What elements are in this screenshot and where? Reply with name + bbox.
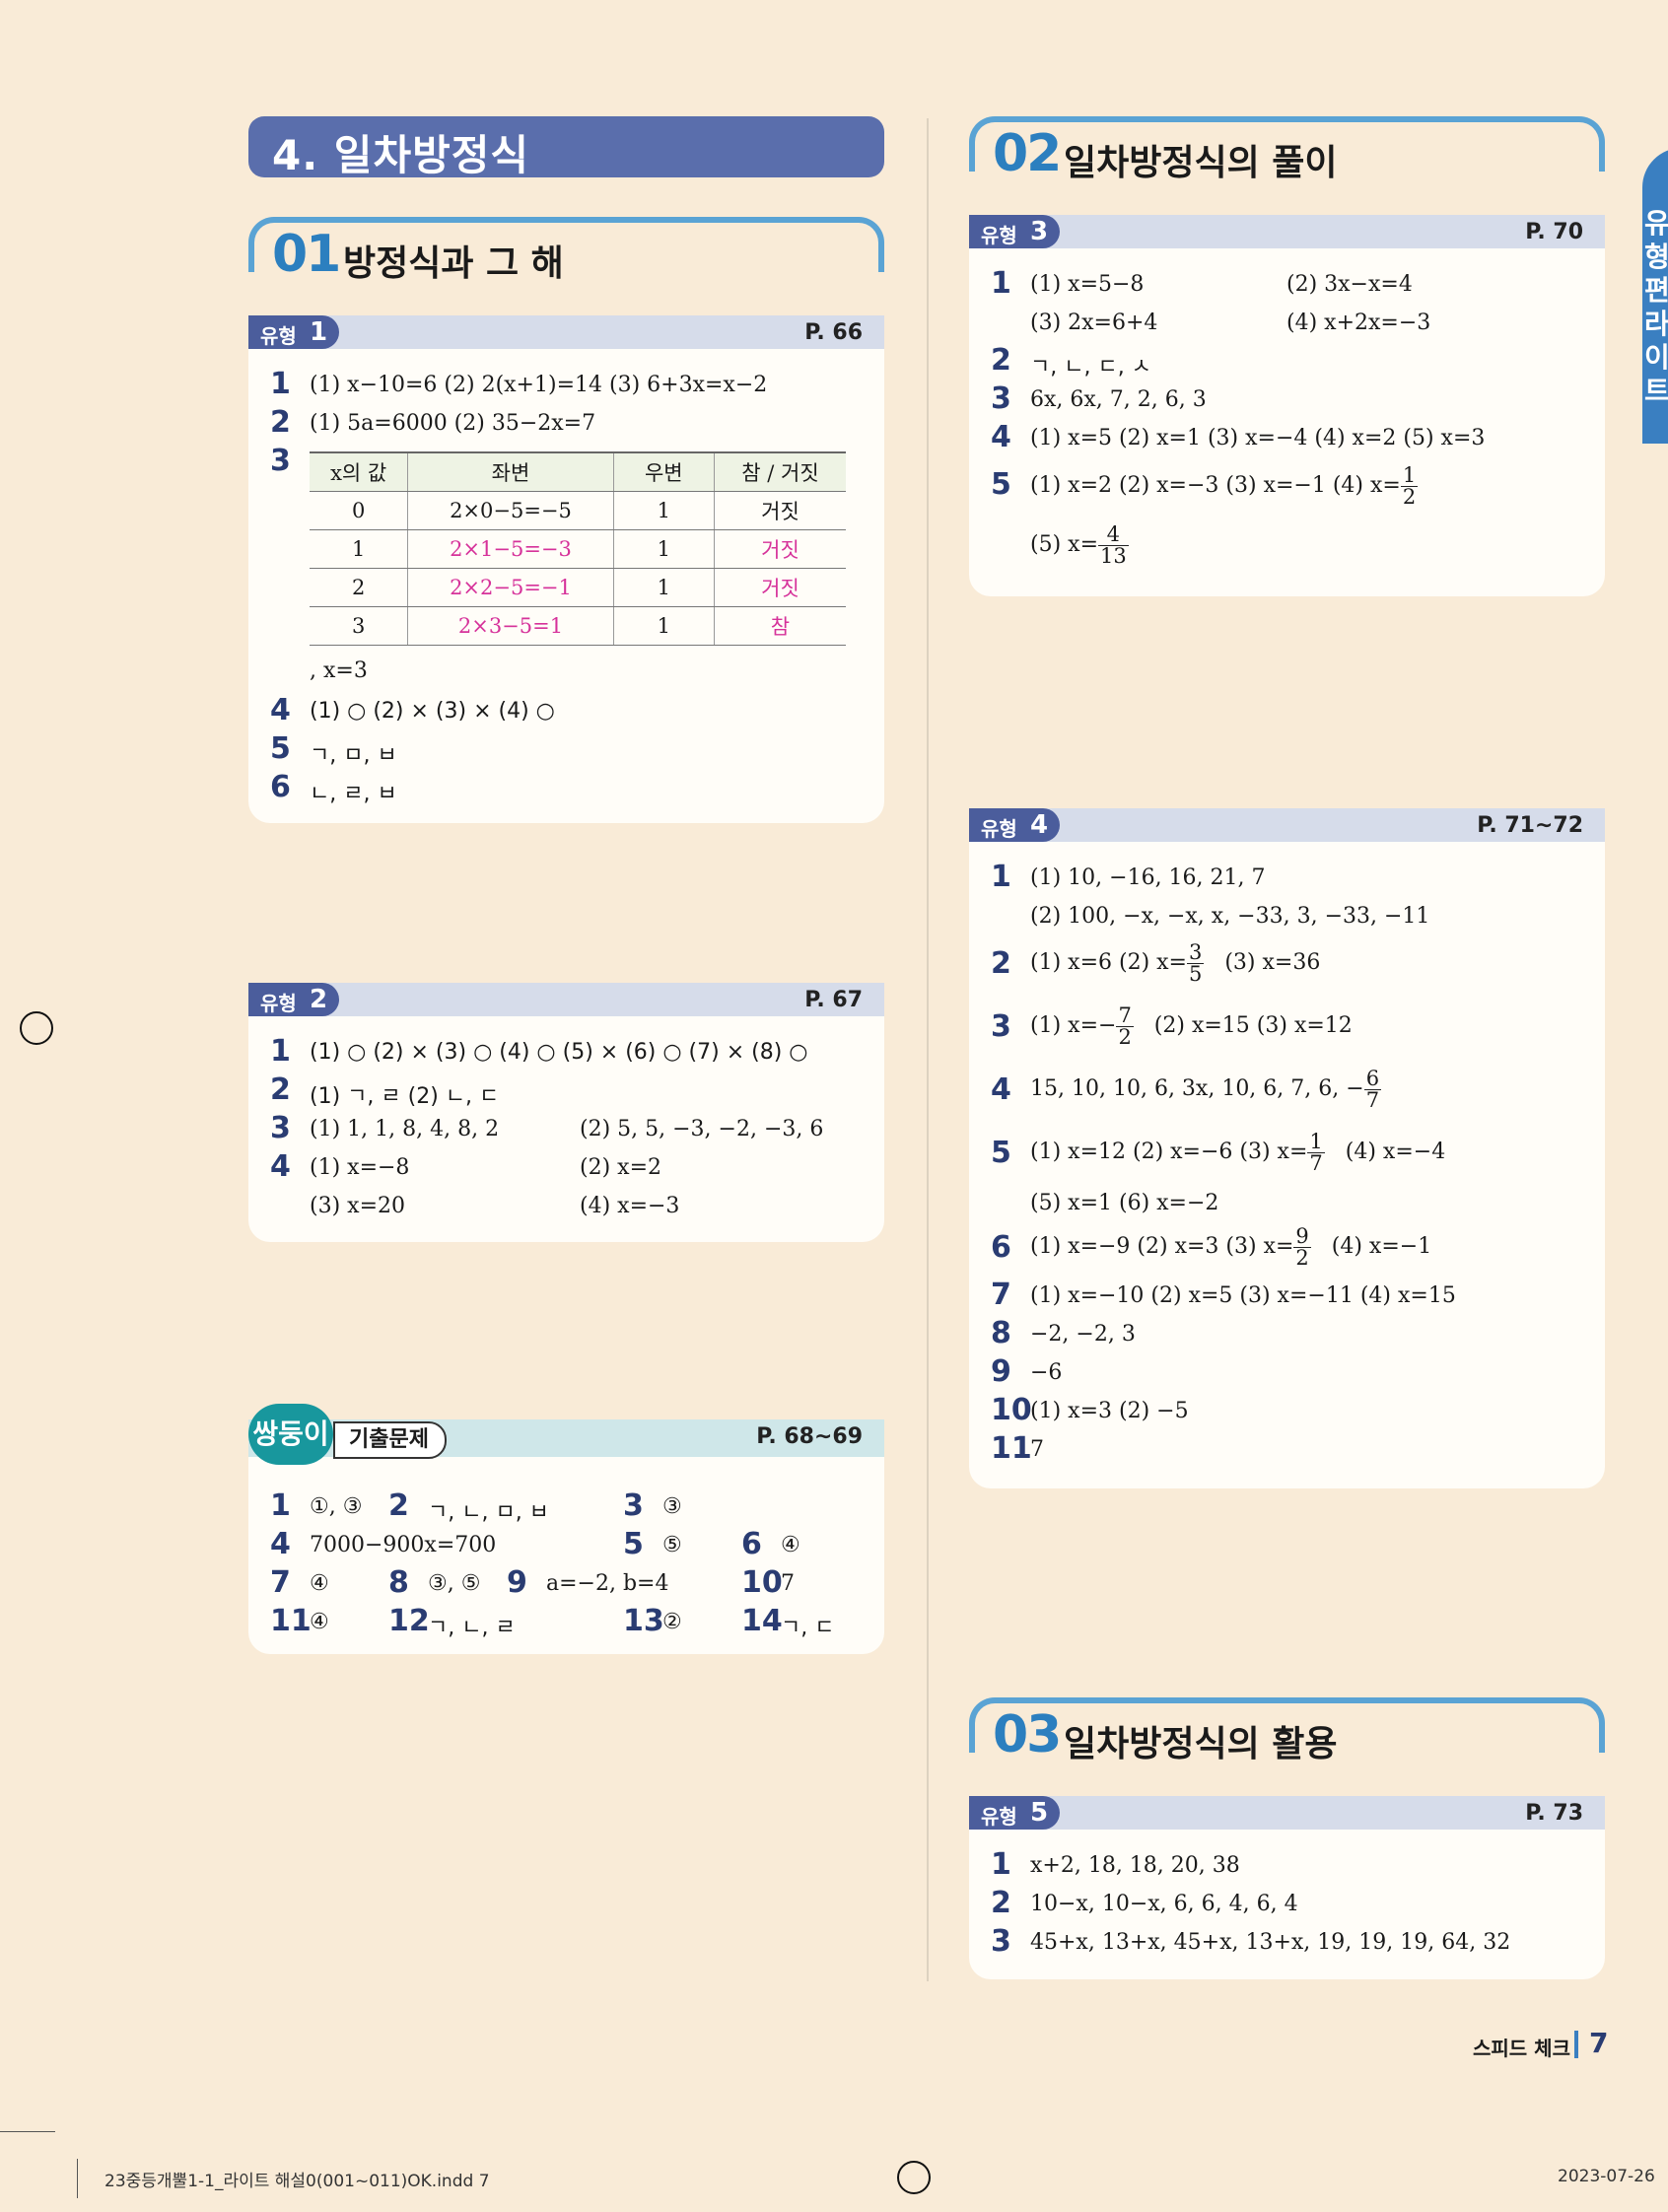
fraction: 72 bbox=[1116, 1002, 1134, 1049]
section-number: 02 bbox=[993, 124, 1062, 183]
page-ref: P. 73 bbox=[1525, 1801, 1583, 1826]
chapter-title: 4. 일차방정식 bbox=[272, 131, 530, 179]
chapter-title-bar: 4. 일차방정식 bbox=[248, 116, 884, 179]
type-2-card: 유형 2 P. 67 1 (1) ○ (2) × (3) ○ (4) ○ (5) … bbox=[248, 983, 884, 1242]
footer-section-label: 스피드 체크 bbox=[1473, 2037, 1570, 2060]
twin-exam-card: P. 68∼69 기출문제 쌍둥이 1 ①, ③ 2 ㄱ, ㄴ, ㅁ, ㅂ 3 … bbox=[248, 1404, 884, 1654]
type-1-card: 유형 1 P. 66 1 (1) x−10=6 (2) 2(x+1)=14 (3)… bbox=[248, 315, 884, 823]
type-tag: 유형 5 bbox=[969, 1796, 1060, 1830]
answer: (1) x−10=6 (2) 2(x+1)=14 (3) 6+3x=x−2 bbox=[310, 373, 768, 397]
page-ref: P. 67 bbox=[804, 988, 863, 1012]
type-tag: 유형 3 bbox=[969, 215, 1060, 248]
page-ref: P. 66 bbox=[804, 320, 863, 345]
twin-label: 기출문제 bbox=[333, 1421, 447, 1459]
type-5-card: 유형 5 P. 73 1 x+2, 18, 18, 20, 38 2 10−x, … bbox=[969, 1796, 1605, 1979]
type-tag: 유형 1 bbox=[248, 315, 339, 349]
type-tag: 유형 2 bbox=[248, 983, 339, 1016]
section-01-header: 01 방정식과 그 해 bbox=[248, 217, 884, 286]
fraction: 17 bbox=[1307, 1129, 1325, 1175]
twin-badge: 쌍둥이 bbox=[248, 1404, 333, 1465]
section-title: 일차방정식의 풀이 bbox=[1064, 143, 1338, 183]
fraction: 35 bbox=[1186, 939, 1205, 986]
type-4-card: 유형 4 P. 71∼72 1 (1) 10, −16, 16, 21, 7 (2… bbox=[969, 808, 1605, 1488]
footer-date: 2023-07-26 bbox=[1558, 2167, 1655, 2186]
section-title: 방정식과 그 해 bbox=[343, 243, 564, 284]
page-ref: P. 70 bbox=[1525, 220, 1583, 244]
fraction: 4 13 bbox=[1098, 521, 1129, 568]
fraction: 12 bbox=[1400, 462, 1419, 509]
registration-mark-left bbox=[20, 1011, 53, 1045]
fraction: 67 bbox=[1363, 1066, 1382, 1112]
footer-filename: 23중등개뿔1-1_라이트 해설0(001~011)OK.indd 7 bbox=[104, 2172, 490, 2191]
registration-mark-bottom bbox=[897, 2161, 931, 2194]
section-number: 03 bbox=[993, 1705, 1062, 1764]
footer-divider bbox=[1574, 2031, 1578, 2058]
type-3-card: 유형 3 P. 70 1 (1) x=5−8 (2) 3x−x=4 (3) 2x=… bbox=[969, 215, 1605, 596]
section-02-header: 02 일차방정식의 풀이 bbox=[969, 116, 1605, 185]
column-divider bbox=[927, 118, 929, 1981]
section-number: 01 bbox=[272, 225, 341, 284]
page-ref: P. 71∼72 bbox=[1477, 813, 1583, 838]
page-ref: P. 68∼69 bbox=[756, 1424, 863, 1449]
answer-table: x의 값 좌변 우변 참 / 거짓 0 2×0−5=−5 1 거짓 1 2×1−5=−3 1 거짓… bbox=[310, 451, 846, 646]
section-03-header: 03 일차방정식의 활용 bbox=[969, 1697, 1605, 1766]
section-title: 일차방정식의 활용 bbox=[1064, 1724, 1338, 1764]
answer: (1) 5a=6000 (2) 35−2x=7 bbox=[310, 411, 596, 436]
fraction: 92 bbox=[1293, 1223, 1311, 1270]
side-tab-label: 유형편 라이트 bbox=[1644, 207, 1668, 407]
type-tag: 유형 4 bbox=[969, 808, 1060, 842]
page-number: 7 bbox=[1589, 2027, 1609, 2059]
